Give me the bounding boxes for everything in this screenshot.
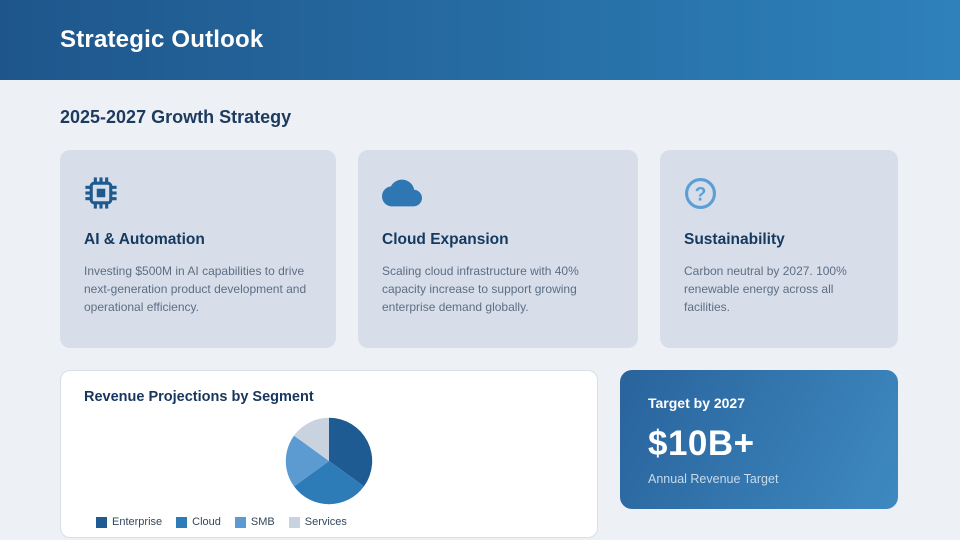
section-heading: 2025-2027 Growth Strategy: [60, 107, 292, 127]
bottom-row: Revenue Projections by Segment Enterpris…: [60, 370, 900, 538]
svg-text:?: ?: [695, 184, 707, 205]
chart-title: Revenue Projections by Segment: [84, 389, 314, 405]
revenue-chart-card: Revenue Projections by Segment Enterpris…: [60, 370, 598, 538]
legend-label: Cloud: [192, 516, 221, 528]
legend-swatch: [96, 516, 107, 528]
strategy-cards-row: AI & Automation Investing $500M in AI ca…: [60, 150, 900, 348]
chip-icon: [84, 175, 312, 211]
legend-item-smb: SMB: [234, 516, 275, 528]
card-sustainability: ? Sustainability Carbon neutral by 2027.…: [660, 150, 898, 348]
legend-swatch: [288, 516, 300, 528]
pie-chart: [285, 417, 373, 504]
legend-label: SMB: [250, 516, 275, 528]
pie-chart-area: [84, 405, 574, 516]
target-value: $10B+: [648, 424, 755, 463]
legend-item-services: Services: [288, 516, 347, 528]
card-title: AI & Automation: [84, 231, 205, 248]
card-ai-automation: AI & Automation Investing $500M in AI ca…: [60, 150, 336, 348]
legend-label: Services: [304, 516, 347, 528]
card-title: Sustainability: [684, 231, 785, 248]
question-mark-icon: ?: [684, 175, 874, 211]
legend-swatch: [176, 516, 188, 528]
target-caption: Annual Revenue Target: [648, 472, 779, 486]
card-cloud-expansion: Cloud Expansion Scaling cloud infrastruc…: [358, 150, 638, 348]
card-body: Carbon neutral by 2027. 100% renewable e…: [684, 264, 847, 314]
cloud-icon: [382, 175, 614, 211]
legend-swatch: [234, 516, 246, 528]
target-card: Target by 2027 $10B+ Annual Revenue Targ…: [620, 370, 898, 509]
card-title: Cloud Expansion: [382, 231, 509, 248]
target-label: Target by 2027: [648, 395, 746, 411]
slide-content: 2025-2027 Growth Strategy AI & Automatio…: [0, 107, 960, 538]
card-body: Investing $500M in AI capabilities to dr…: [84, 264, 307, 314]
page-title: Strategic Outlook: [60, 26, 264, 53]
chart-legend: Enterprise Cloud SMB Services: [96, 516, 574, 528]
legend-label: Enterprise: [112, 516, 163, 528]
legend-item-cloud: Cloud: [176, 516, 221, 528]
card-body: Scaling cloud infrastructure with 40% ca…: [382, 264, 579, 314]
header-bar: Strategic Outlook: [0, 0, 960, 80]
legend-item-enterprise: Enterprise: [96, 516, 162, 528]
